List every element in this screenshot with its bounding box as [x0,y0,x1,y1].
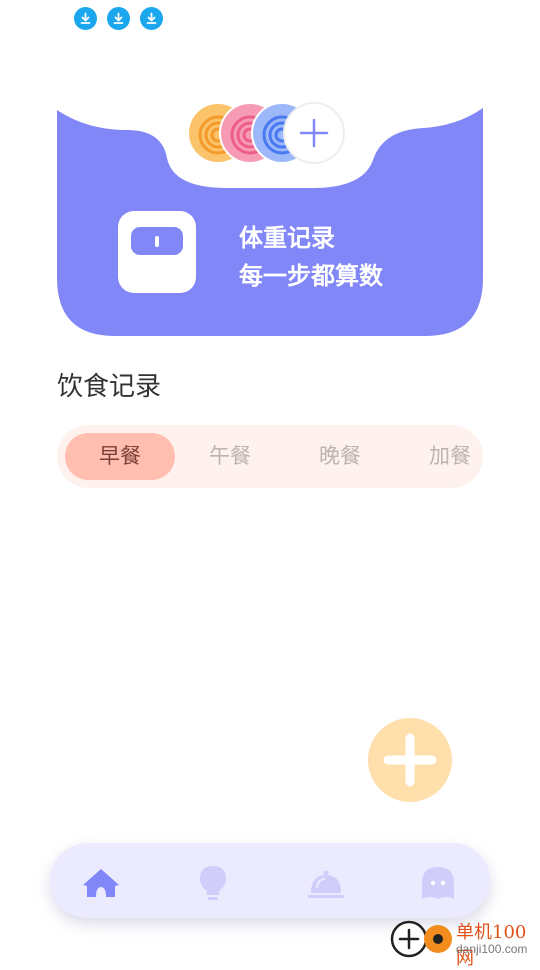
ghost-icon[interactable] [418,863,458,903]
robot-icon [118,211,196,293]
plus-icon [299,118,329,148]
tab-breakfast[interactable]: 早餐 [65,433,175,480]
hero-subtitle: 每一步都算数 [239,262,383,290]
hero-text: 体重记录 每一步都算数 [239,219,383,295]
tab-dinner[interactable]: 晚餐 [285,433,395,480]
download-icon [107,7,130,30]
service-bell-icon[interactable] [306,863,346,903]
watermark-logo-icon [390,920,452,958]
section-title: 饮食记录 [57,372,162,402]
home-icon[interactable] [81,863,121,903]
tab-lunch[interactable]: 午餐 [175,433,285,480]
add-avatar-button[interactable] [283,102,345,164]
download-icon [140,7,163,30]
download-icon [74,7,97,30]
add-meal-button[interactable] [368,718,452,802]
avatar-group [187,102,357,170]
hero-title: 体重记录 [239,224,335,252]
tab-snack[interactable]: 加餐 [395,433,483,480]
weight-record-card[interactable]: 体重记录 每一步都算数 [57,88,483,336]
watermark: 单机100网 danji100.com [390,916,540,969]
lightbulb-icon[interactable] [193,863,233,903]
status-bar [74,7,163,30]
meal-tabs: 早餐 午餐 晚餐 加餐 [57,425,483,488]
plus-icon [383,733,437,787]
watermark-url: danji100.com [456,942,528,956]
bottom-tab-bar [50,843,490,918]
